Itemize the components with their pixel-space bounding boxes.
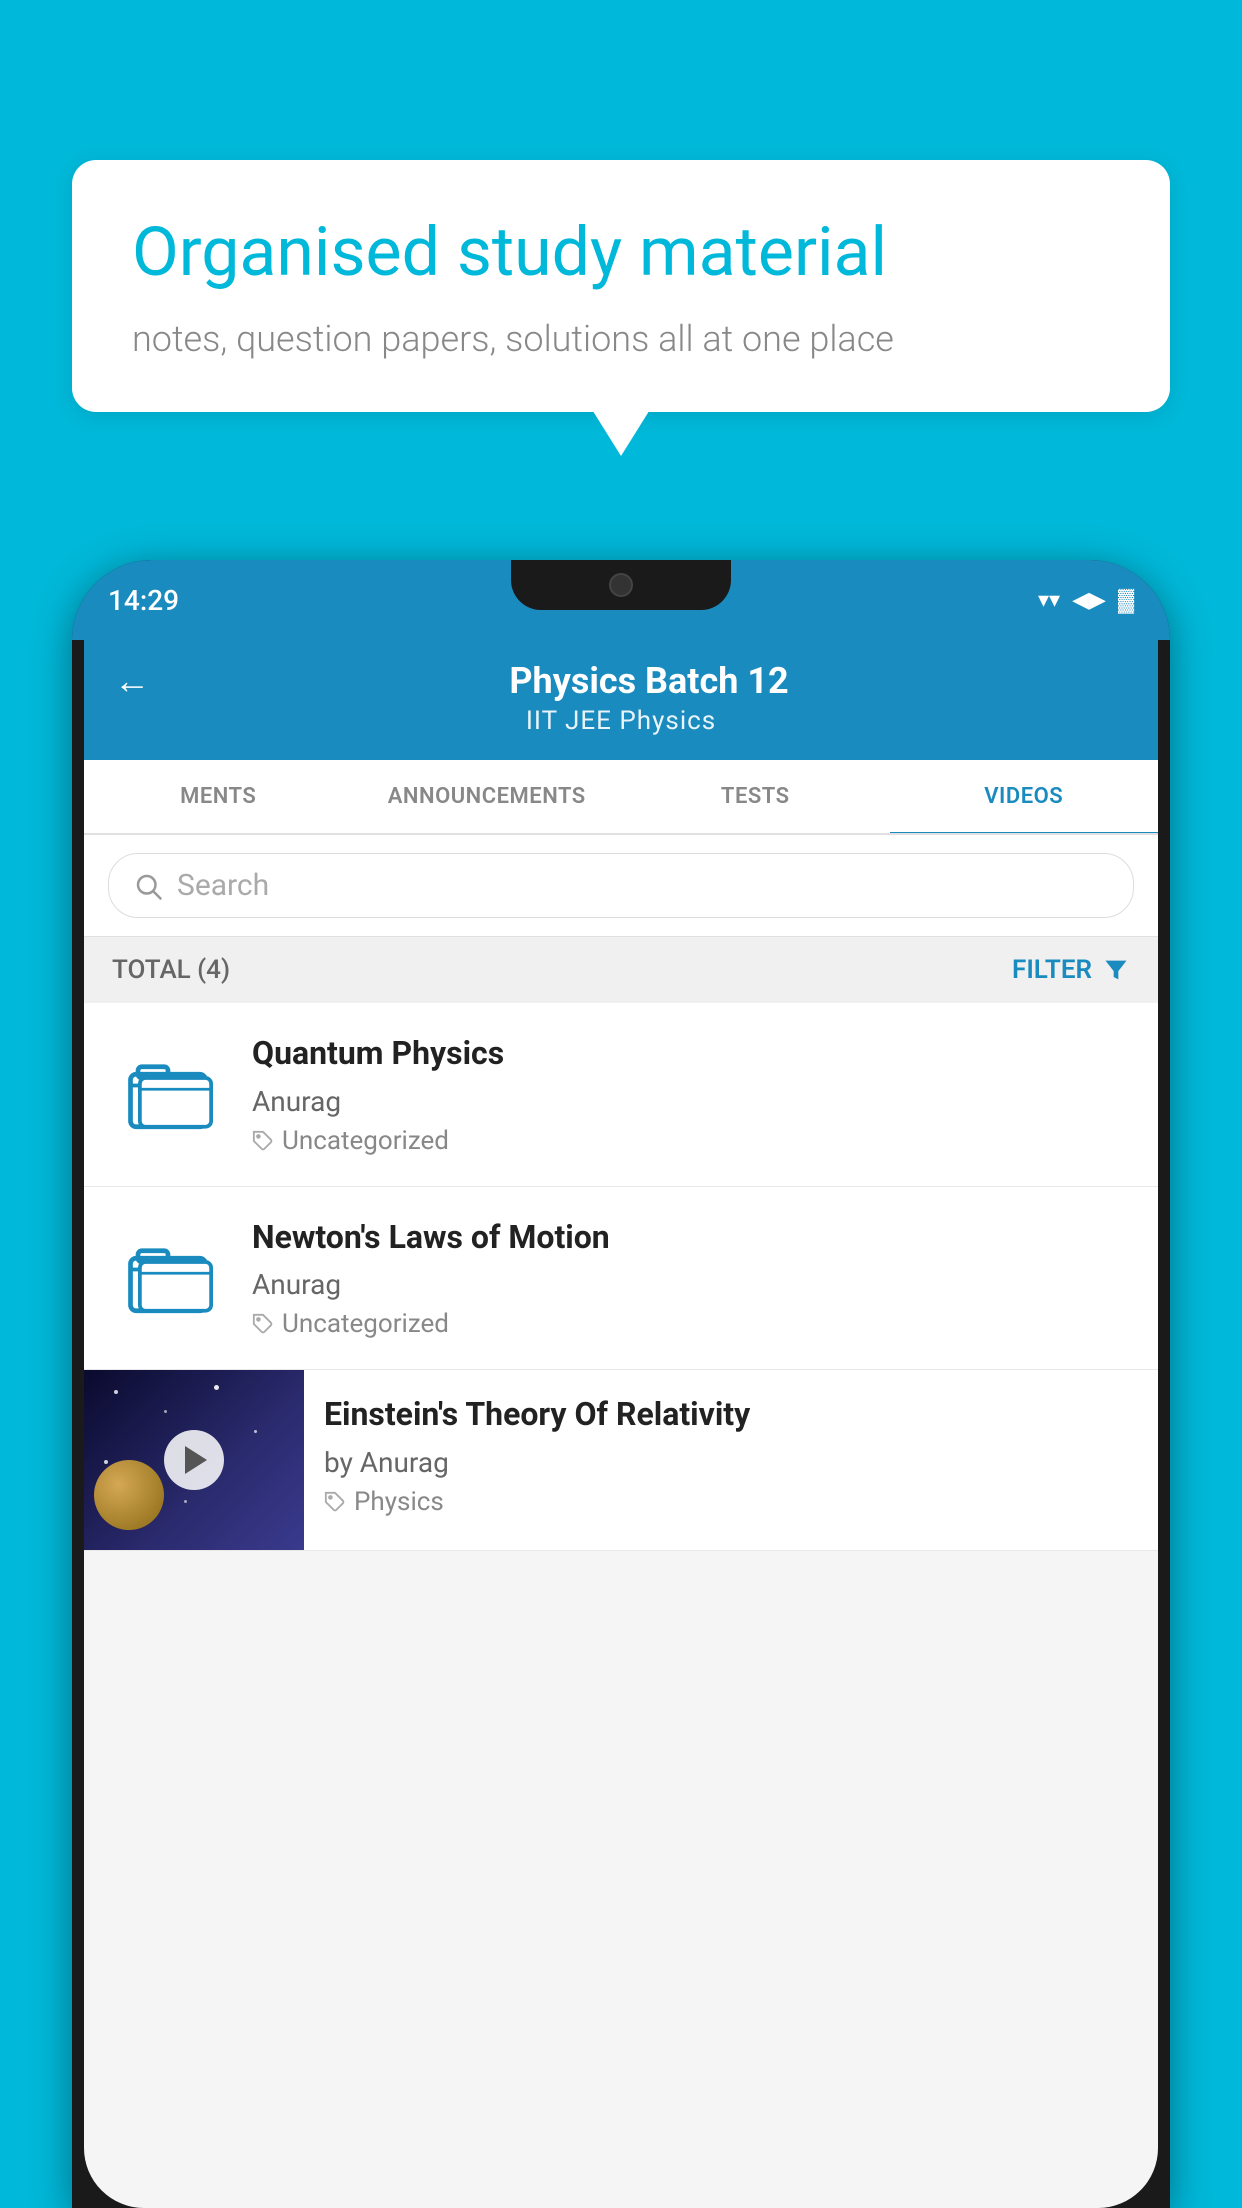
search-input-wrapper[interactable]: Search (108, 853, 1134, 918)
tabs-bar: MENTS ANNOUNCEMENTS TESTS VIDEOS (84, 760, 1158, 835)
app-subtitle: IIT JEE Physics (114, 706, 1128, 736)
tag-icon (252, 1313, 274, 1335)
video-author: Anurag (252, 1085, 1134, 1118)
list-item[interactable]: Newton's Laws of Motion Anurag Uncategor… (84, 1187, 1158, 1371)
filter-bar: TOTAL (4) FILTER (84, 937, 1158, 1003)
search-container: Search (84, 835, 1158, 937)
bubble-subtitle: notes, question papers, solutions all at… (132, 318, 1110, 360)
bubble-title: Organised study material (132, 212, 1110, 294)
video-tag: Physics (324, 1487, 1138, 1517)
speech-bubble: Organised study material notes, question… (72, 160, 1170, 412)
play-button[interactable] (164, 1430, 224, 1490)
filter-icon (1102, 956, 1130, 984)
video-title: Newton's Laws of Motion (252, 1217, 1134, 1259)
back-button[interactable]: ← (114, 660, 150, 702)
tab-announcements[interactable]: ANNOUNCEMENTS (353, 760, 622, 833)
filter-label: FILTER (1012, 955, 1092, 985)
battery-icon: ▓ (1118, 587, 1134, 613)
video-author: by Anurag (324, 1446, 1138, 1479)
tab-tests[interactable]: TESTS (621, 760, 890, 833)
status-bar: 14:29 ▾▾ ◀▶ ▓ (72, 560, 1170, 640)
list-item[interactable]: Einstein's Theory Of Relativity by Anura… (84, 1370, 1158, 1551)
video-thumbnail (84, 1370, 304, 1550)
folder-icon-container (108, 1217, 228, 1337)
wifi-icon: ▾▾ (1038, 588, 1060, 613)
camera (609, 573, 633, 597)
search-icon (133, 871, 163, 901)
video-author: Anurag (252, 1268, 1134, 1301)
video-list: Quantum Physics Anurag Uncategorized (84, 1003, 1158, 1551)
tag-icon (252, 1130, 274, 1152)
folder-icon (123, 1232, 213, 1322)
folder-icon-container (108, 1033, 228, 1153)
video-tag: Uncategorized (252, 1126, 1134, 1156)
app-screen: ← Physics Batch 12 IIT JEE Physics MENTS… (84, 640, 1158, 2208)
video-tag: Uncategorized (252, 1309, 1134, 1339)
search-placeholder: Search (177, 868, 269, 903)
video-title: Einstein's Theory Of Relativity (324, 1394, 1138, 1436)
app-header: ← Physics Batch 12 IIT JEE Physics (84, 640, 1158, 760)
list-item[interactable]: Quantum Physics Anurag Uncategorized (84, 1003, 1158, 1187)
total-count: TOTAL (4) (112, 955, 230, 985)
video-title: Quantum Physics (252, 1033, 1134, 1075)
tab-ments[interactable]: MENTS (84, 760, 353, 833)
tab-videos[interactable]: VIDEOS (890, 760, 1159, 833)
signal-icon: ◀▶ (1072, 588, 1106, 613)
video-info: Newton's Laws of Motion Anurag Uncategor… (252, 1217, 1134, 1340)
status-time: 14:29 (108, 584, 179, 617)
phone-notch (511, 560, 731, 610)
status-icons: ▾▾ ◀▶ ▓ (1038, 587, 1134, 613)
einstein-info: Einstein's Theory Of Relativity by Anura… (304, 1370, 1158, 1541)
app-title: Physics Batch 12 (170, 660, 1128, 702)
filter-button[interactable]: FILTER (1012, 955, 1130, 985)
video-info: Quantum Physics Anurag Uncategorized (252, 1033, 1134, 1156)
folder-icon (123, 1048, 213, 1138)
phone-frame: 14:29 ▾▾ ◀▶ ▓ ← Physics Batch 12 IIT JEE… (72, 560, 1170, 2208)
tag-icon (324, 1491, 346, 1513)
